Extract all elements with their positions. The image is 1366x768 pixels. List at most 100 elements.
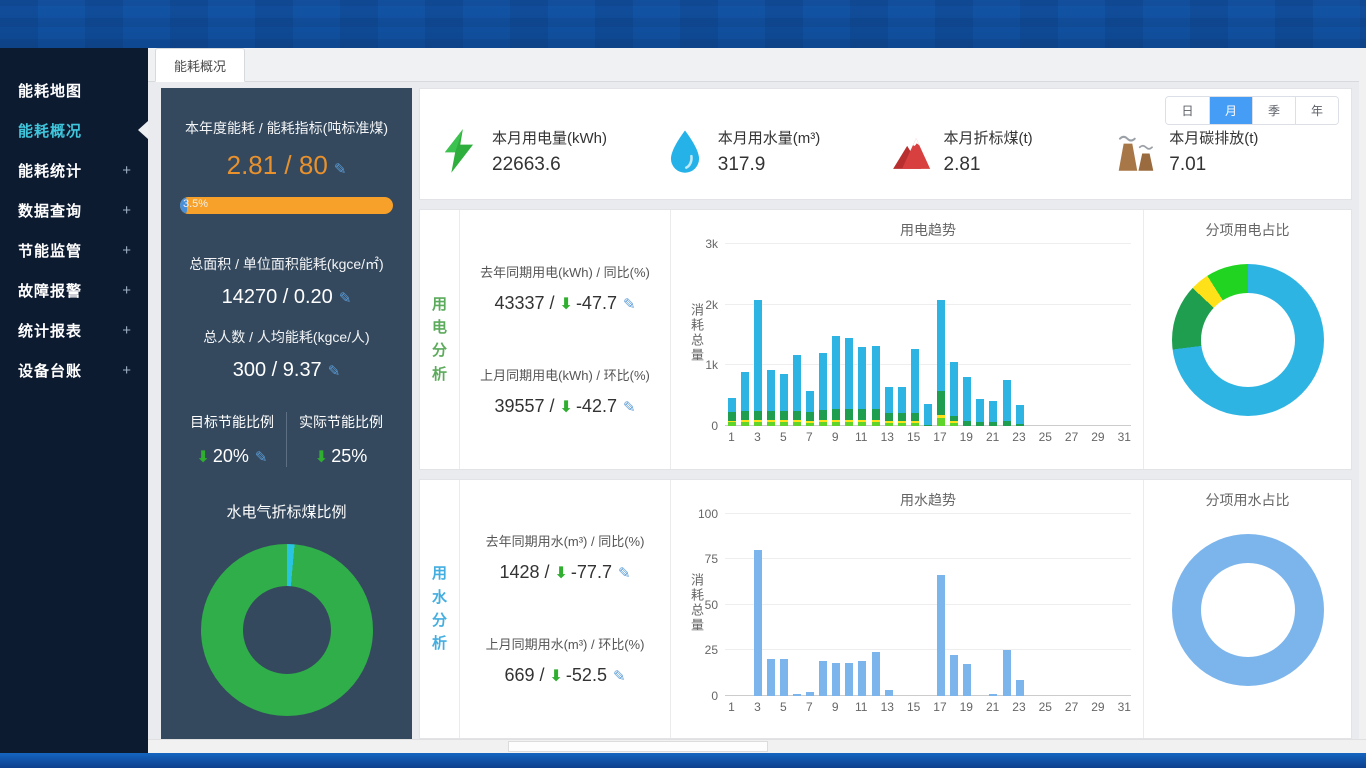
bar-day-23[interactable] <box>1013 514 1026 696</box>
horizontal-scrollbar-thumb[interactable] <box>508 741 768 752</box>
edit-pencil-icon[interactable]: ✎ <box>255 449 268 466</box>
tab-energy-overview[interactable]: 能耗概况 <box>155 48 245 82</box>
bar-day-14[interactable] <box>895 514 908 696</box>
bar-day-26[interactable] <box>1052 244 1065 426</box>
sidebar-item[interactable]: 节能监管 + <box>0 230 148 270</box>
period-button[interactable]: 月 <box>1209 97 1252 124</box>
x-axis-tick-label: 7 <box>803 700 816 714</box>
bar-day-1[interactable] <box>725 514 738 696</box>
bar-day-29[interactable] <box>1092 514 1105 696</box>
bar-day-28[interactable] <box>1079 514 1092 696</box>
bar-day-5[interactable] <box>777 514 790 696</box>
bar-day-19[interactable] <box>961 514 974 696</box>
edit-pencil-icon[interactable]: ✎ <box>613 668 626 685</box>
bar-day-6[interactable] <box>790 514 803 696</box>
bar-day-9[interactable] <box>830 244 843 426</box>
edit-pencil-icon[interactable]: ✎ <box>334 161 347 178</box>
bar-day-4[interactable] <box>764 514 777 696</box>
bar-day-26[interactable] <box>1052 514 1065 696</box>
bar-day-31[interactable] <box>1118 514 1131 696</box>
bar-day-11[interactable] <box>856 244 869 426</box>
period-button[interactable]: 季 <box>1252 97 1295 124</box>
bar-day-3[interactable] <box>751 244 764 426</box>
expand-plus-icon[interactable]: + <box>122 362 132 379</box>
bar-day-2[interactable] <box>738 244 751 426</box>
bar-day-8[interactable] <box>817 244 830 426</box>
expand-plus-icon[interactable]: + <box>122 202 132 219</box>
bar-day-21[interactable] <box>987 514 1000 696</box>
edit-pencil-icon[interactable]: ✎ <box>623 296 636 313</box>
sidebar-item[interactable]: 设备台账 + <box>0 350 148 390</box>
sidebar-item-label: 节能监管 <box>18 240 82 261</box>
seg-cyan-segment <box>976 399 984 422</box>
sidebar-item[interactable]: 能耗统计+ <box>0 150 148 190</box>
bar-day-17[interactable] <box>935 514 948 696</box>
expand-plus-icon[interactable]: + <box>122 242 132 259</box>
bar-day-11[interactable] <box>856 514 869 696</box>
bar-day-7[interactable] <box>804 514 817 696</box>
bar-day-12[interactable] <box>869 514 882 696</box>
bar-day-12[interactable] <box>869 244 882 426</box>
sidebar-item[interactable]: 故障报警+ <box>0 270 148 310</box>
bar-day-20[interactable] <box>974 244 987 426</box>
bar-day-16[interactable] <box>921 514 934 696</box>
bar-day-5[interactable] <box>777 244 790 426</box>
bar-day-18[interactable] <box>948 514 961 696</box>
bar-day-15[interactable] <box>908 514 921 696</box>
bar-day-15[interactable] <box>908 244 921 426</box>
edit-pencil-icon[interactable]: ✎ <box>618 565 631 582</box>
expand-plus-icon[interactable]: + <box>122 322 132 339</box>
bar-day-17[interactable] <box>935 244 948 426</box>
bar-day-24[interactable] <box>1026 244 1039 426</box>
bar-day-25[interactable] <box>1039 514 1052 696</box>
bar-day-14[interactable] <box>895 244 908 426</box>
bar-day-23[interactable] <box>1013 244 1026 426</box>
edit-pencil-icon[interactable]: ✎ <box>623 399 636 416</box>
bar-day-13[interactable] <box>882 244 895 426</box>
bar-day-16[interactable] <box>921 244 934 426</box>
bar-day-29[interactable] <box>1092 244 1105 426</box>
bar-day-22[interactable] <box>1000 244 1013 426</box>
vertical-scrollbar[interactable] <box>1359 48 1366 739</box>
actual-saving: 实际节能比例 ⬇25% <box>286 412 395 467</box>
bar-day-13[interactable] <box>882 514 895 696</box>
electricity-share-donut-chart[interactable] <box>1172 264 1324 416</box>
bar-day-18[interactable] <box>948 244 961 426</box>
bar-day-25[interactable] <box>1039 244 1052 426</box>
bar-day-9[interactable] <box>830 514 843 696</box>
bar-day-21[interactable] <box>987 244 1000 426</box>
sidebar-item[interactable]: 统计报表+ <box>0 310 148 350</box>
bar-day-31[interactable] <box>1118 244 1131 426</box>
bar-day-10[interactable] <box>843 244 856 426</box>
period-button[interactable]: 年 <box>1295 97 1338 124</box>
sidebar-item[interactable]: 能耗概况 <box>0 110 148 150</box>
bar-day-4[interactable] <box>764 244 777 426</box>
edit-pencil-icon[interactable]: ✎ <box>339 290 352 307</box>
sidebar-item-label: 设备台账 <box>18 360 82 381</box>
bar-day-1[interactable] <box>725 244 738 426</box>
bar-day-22[interactable] <box>1000 514 1013 696</box>
bar-day-19[interactable] <box>961 244 974 426</box>
bar-day-7[interactable] <box>804 244 817 426</box>
bar-day-20[interactable] <box>974 514 987 696</box>
energy-ratio-donut-chart[interactable] <box>201 544 373 716</box>
x-axis-tick-label <box>842 700 855 714</box>
expand-plus-icon[interactable]: + <box>122 282 132 299</box>
sidebar-item[interactable]: 能耗地图 <box>0 70 148 110</box>
bar-day-3[interactable] <box>751 514 764 696</box>
edit-pencil-icon[interactable]: ✎ <box>328 363 341 380</box>
bar-day-27[interactable] <box>1065 244 1078 426</box>
expand-plus-icon[interactable]: + <box>122 162 132 179</box>
bar-day-6[interactable] <box>790 244 803 426</box>
bar-day-24[interactable] <box>1026 514 1039 696</box>
bar-day-10[interactable] <box>843 514 856 696</box>
bar-day-2[interactable] <box>738 514 751 696</box>
bar-day-27[interactable] <box>1065 514 1078 696</box>
bar-day-8[interactable] <box>817 514 830 696</box>
bar-day-30[interactable] <box>1105 244 1118 426</box>
water-share-donut-chart[interactable] <box>1172 534 1324 686</box>
sidebar-item[interactable]: 数据查询+ <box>0 190 148 230</box>
period-button[interactable]: 日 <box>1166 97 1209 124</box>
bar-day-28[interactable] <box>1079 244 1092 426</box>
bar-day-30[interactable] <box>1105 514 1118 696</box>
